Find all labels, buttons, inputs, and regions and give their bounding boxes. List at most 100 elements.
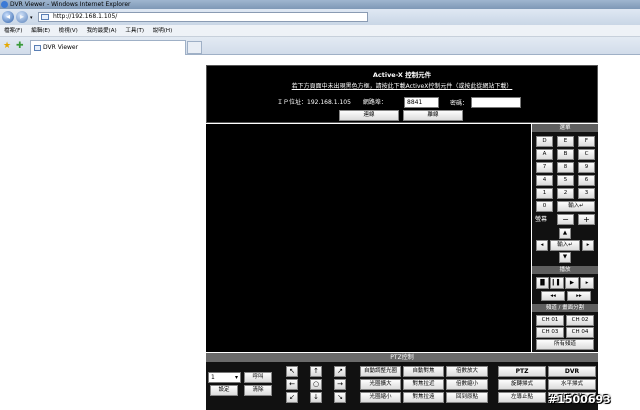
tab-label: DVR Viewer bbox=[43, 44, 79, 51]
horizontal-scan-button[interactable]: 水平掃式 bbox=[548, 379, 596, 390]
dvr-mode-button[interactable]: DVR bbox=[548, 366, 596, 377]
pan-down-icon[interactable]: ↓ bbox=[310, 392, 322, 403]
focus-near-button[interactable]: 對焦拉近 bbox=[403, 379, 444, 390]
playback-header: 播放 bbox=[532, 266, 598, 274]
pan-up-icon[interactable]: ↑ bbox=[310, 366, 322, 377]
new-tab-button[interactable] bbox=[187, 41, 202, 54]
watermark-text: #1500693 bbox=[548, 393, 611, 406]
play-button[interactable]: ▶ bbox=[565, 277, 579, 289]
key-b[interactable]: B bbox=[557, 149, 574, 160]
download-activex-link[interactable]: 若下方頁面中未出現黑色方框，請按此下載ActiveX控制元件（或按此從網站下載） bbox=[207, 81, 597, 90]
preset-select[interactable]: 1 ▾ bbox=[208, 372, 241, 383]
pan-left-icon[interactable]: ← bbox=[286, 379, 298, 390]
dpad-enter-button[interactable]: 輸入↵ bbox=[550, 240, 580, 251]
channel-03-button[interactable]: CH 03 bbox=[536, 327, 564, 338]
left-stop-button[interactable]: 左導止點 bbox=[498, 392, 546, 403]
set-preset-button[interactable]: 設定 bbox=[210, 385, 238, 396]
key-8[interactable]: 8 bbox=[557, 162, 574, 173]
iris-close-button[interactable]: 光圈縮小 bbox=[360, 392, 401, 403]
password-label: 密碼： bbox=[450, 100, 469, 107]
window-titlebar: DVR Viewer - Windows Internet Explorer bbox=[0, 0, 640, 9]
key-7[interactable]: 7 bbox=[536, 162, 553, 173]
menu-favorites[interactable]: 我的最愛(A) bbox=[84, 25, 120, 37]
disconnect-button[interactable]: 離線 bbox=[403, 110, 463, 121]
pan-up-left-icon[interactable]: ↖ bbox=[286, 366, 298, 377]
key-0[interactable]: 0 bbox=[536, 201, 553, 212]
nav-dropdown-icon[interactable]: ▾ bbox=[30, 15, 33, 21]
key-1[interactable]: 1 bbox=[536, 188, 553, 199]
clear-preset-button[interactable]: 清除 bbox=[244, 385, 272, 396]
auto-iris-button[interactable]: 自動調整光圈 bbox=[360, 366, 401, 377]
screen-label: 螢幕 bbox=[535, 216, 548, 223]
call-preset-button[interactable]: 呼叫 bbox=[244, 372, 272, 383]
key-6[interactable]: 6 bbox=[578, 175, 595, 186]
selector-header: 選單 bbox=[532, 124, 598, 132]
back-icon[interactable]: ◂ bbox=[2, 11, 14, 23]
step-forward-button[interactable]: ▸ bbox=[580, 277, 594, 289]
key-3[interactable]: 3 bbox=[578, 188, 595, 199]
favorites-star-icon[interactable]: ★ bbox=[3, 41, 11, 51]
port-input[interactable]: 8841 bbox=[404, 97, 439, 108]
key-f[interactable]: F bbox=[578, 136, 595, 147]
address-field[interactable]: http://192.168.1.105/ bbox=[38, 12, 368, 22]
tab-dvr-viewer[interactable]: DVR Viewer bbox=[30, 40, 186, 55]
key-c[interactable]: C bbox=[578, 149, 595, 160]
stop-button[interactable]: ▐▌ bbox=[536, 277, 549, 289]
enter-button[interactable]: 輸入↵ bbox=[557, 201, 595, 212]
address-toolbar: ◂ ▸ ▾ http://192.168.1.105/ bbox=[0, 9, 640, 25]
key-9[interactable]: 9 bbox=[578, 162, 595, 173]
all-channels-button[interactable]: 所有頻道 bbox=[536, 339, 594, 350]
key-a[interactable]: A bbox=[536, 149, 553, 160]
pan-down-left-icon[interactable]: ↙ bbox=[286, 392, 298, 403]
channel-04-button[interactable]: CH 04 bbox=[566, 327, 594, 338]
menu-bar: 檔案(F) 編輯(E) 檢視(V) 我的最愛(A) 工具(T) 說明(H) bbox=[0, 25, 640, 37]
focus-far-button[interactable]: 對焦拉遠 bbox=[403, 392, 444, 403]
rotate-scan-button[interactable]: 旋轉掃式 bbox=[498, 379, 546, 390]
tab-page-icon bbox=[34, 45, 41, 51]
connect-button[interactable]: 連線 bbox=[339, 110, 399, 121]
channel-02-button[interactable]: CH 02 bbox=[566, 315, 594, 326]
channel-split-header: 頻道 / 畫面分割 bbox=[532, 304, 598, 312]
fast-forward-button[interactable]: ▸▸ bbox=[567, 291, 591, 301]
minus-button[interactable]: − bbox=[557, 214, 574, 225]
menu-help[interactable]: 說明(H) bbox=[150, 25, 175, 37]
pause-button[interactable]: ▎▌ bbox=[550, 277, 564, 289]
menu-file[interactable]: 檔案(F) bbox=[1, 25, 25, 37]
dpad-down-button[interactable]: ▼ bbox=[559, 252, 571, 263]
pan-down-right-icon[interactable]: ↘ bbox=[334, 392, 346, 403]
rewind-button[interactable]: ◂◂ bbox=[541, 291, 565, 301]
ptz-header: PTZ控制 bbox=[206, 353, 598, 362]
zoom-in-button[interactable]: 倍數放大 bbox=[446, 366, 488, 377]
zoom-out-button[interactable]: 倍數縮小 bbox=[446, 379, 488, 390]
forward-icon[interactable]: ▸ bbox=[16, 11, 28, 23]
add-favorites-icon[interactable]: ✚ bbox=[16, 41, 24, 51]
plus-button[interactable]: + bbox=[578, 214, 595, 225]
video-display[interactable] bbox=[206, 124, 531, 352]
key-d[interactable]: D bbox=[536, 136, 553, 147]
channel-01-button[interactable]: CH 01 bbox=[536, 315, 564, 326]
pan-right-icon[interactable]: → bbox=[334, 379, 346, 390]
preset-value: 1 bbox=[211, 374, 215, 381]
dpad-right-button[interactable]: ▸ bbox=[582, 240, 594, 251]
address-url: http://192.168.1.105/ bbox=[53, 13, 118, 20]
dpad-up-button[interactable]: ▲ bbox=[559, 228, 571, 239]
iris-open-button[interactable]: 光圈擴大 bbox=[360, 379, 401, 390]
port-label: 網路埠： bbox=[362, 99, 387, 106]
dpad-left-button[interactable]: ◂ bbox=[536, 240, 548, 251]
chevron-down-icon: ▾ bbox=[234, 374, 238, 381]
control-sidebar: 選單 D E F A B C 7 8 9 4 5 6 1 2 3 0 輸入↵ 螢… bbox=[532, 124, 598, 352]
return-home-button[interactable]: 回到原點 bbox=[446, 392, 488, 403]
menu-tools[interactable]: 工具(T) bbox=[122, 25, 147, 37]
password-input[interactable] bbox=[471, 97, 521, 108]
pan-home-icon[interactable]: ○ bbox=[310, 379, 322, 390]
menu-view[interactable]: 檢視(V) bbox=[56, 25, 81, 37]
key-5[interactable]: 5 bbox=[557, 175, 574, 186]
pan-up-right-icon[interactable]: ↗ bbox=[334, 366, 346, 377]
auto-focus-button[interactable]: 自動對焦 bbox=[403, 366, 444, 377]
menu-edit[interactable]: 編輯(E) bbox=[28, 25, 53, 37]
ptz-panel: 1 ▾ 呼叫 設定 清除 ↖ ↑ ↗ ← ○ → ↙ ↓ ↘ 自動調整光圈 自動… bbox=[206, 362, 598, 410]
key-4[interactable]: 4 bbox=[536, 175, 553, 186]
key-2[interactable]: 2 bbox=[557, 188, 574, 199]
ptz-mode-button[interactable]: PTZ bbox=[498, 366, 546, 377]
key-e[interactable]: E bbox=[557, 136, 574, 147]
